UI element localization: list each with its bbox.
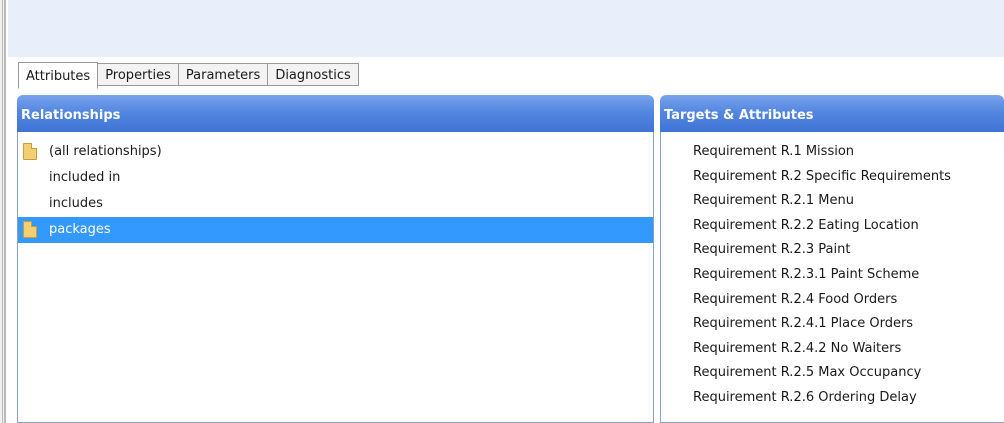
tab-parameters[interactable]: Parameters	[177, 63, 269, 86]
target-item[interactable]: Requirement R.2.6 Ordering Delay	[661, 386, 1004, 411]
relationship-item-label: packages	[49, 222, 111, 237]
targets-panel: Targets & Attributes Requirement R.1 Mis…	[660, 95, 1004, 423]
target-item[interactable]: Requirement R.2.2 Eating Location	[661, 214, 1004, 239]
target-item[interactable]: Requirement R.2.3 Paint	[661, 238, 1004, 263]
relationship-item-included-in[interactable]: included in	[18, 165, 653, 191]
relationships-list-container: (all relationships) included in includes…	[17, 132, 654, 423]
relationships-list: (all relationships) included in includes…	[18, 139, 653, 243]
tab-strip: Attributes Properties Parameters Diagnos…	[8, 57, 1004, 90]
target-item[interactable]: Requirement R.2.1 Menu	[661, 189, 1004, 214]
target-item[interactable]: Requirement R.2 Specific Requirements	[661, 165, 1004, 190]
folder-icon	[23, 221, 37, 238]
tab-list: Attributes Properties Parameters Diagnos…	[18, 62, 359, 89]
toolbar-area	[8, 0, 1004, 58]
targets-panel-title: Targets & Attributes	[660, 95, 1004, 132]
tab-diagnostics[interactable]: Diagnostics	[267, 63, 359, 86]
relationship-item-label: (all relationships)	[49, 144, 162, 159]
folder-icon	[23, 143, 37, 160]
relationship-item-label: included in	[49, 170, 121, 185]
target-item[interactable]: Requirement R.2.4 Food Orders	[661, 288, 1004, 313]
relationship-item-label: includes	[49, 196, 103, 211]
tab-properties[interactable]: Properties	[97, 63, 179, 86]
relationship-item-packages[interactable]: packages	[18, 217, 653, 243]
relationship-item-includes[interactable]: includes	[18, 191, 653, 217]
tab-attributes[interactable]: Attributes	[18, 62, 99, 89]
targets-list-container: Requirement R.1 Mission Requirement R.2 …	[660, 132, 1004, 423]
target-item[interactable]: Requirement R.2.4.2 No Waiters	[661, 337, 1004, 362]
target-item[interactable]: Requirement R.2.4.1 Place Orders	[661, 312, 1004, 337]
relationships-panel-title: Relationships	[17, 95, 654, 132]
window-left-border	[0, 0, 6, 423]
relationship-item-all[interactable]: (all relationships)	[18, 139, 653, 165]
target-item[interactable]: Requirement R.2.5 Max Occupancy	[661, 361, 1004, 386]
target-item[interactable]: Requirement R.1 Mission	[661, 140, 1004, 165]
relationships-panel: Relationships (all relationships) includ…	[17, 95, 654, 423]
targets-list: Requirement R.1 Mission Requirement R.2 …	[661, 140, 1004, 411]
target-item[interactable]: Requirement R.2.3.1 Paint Scheme	[661, 263, 1004, 288]
